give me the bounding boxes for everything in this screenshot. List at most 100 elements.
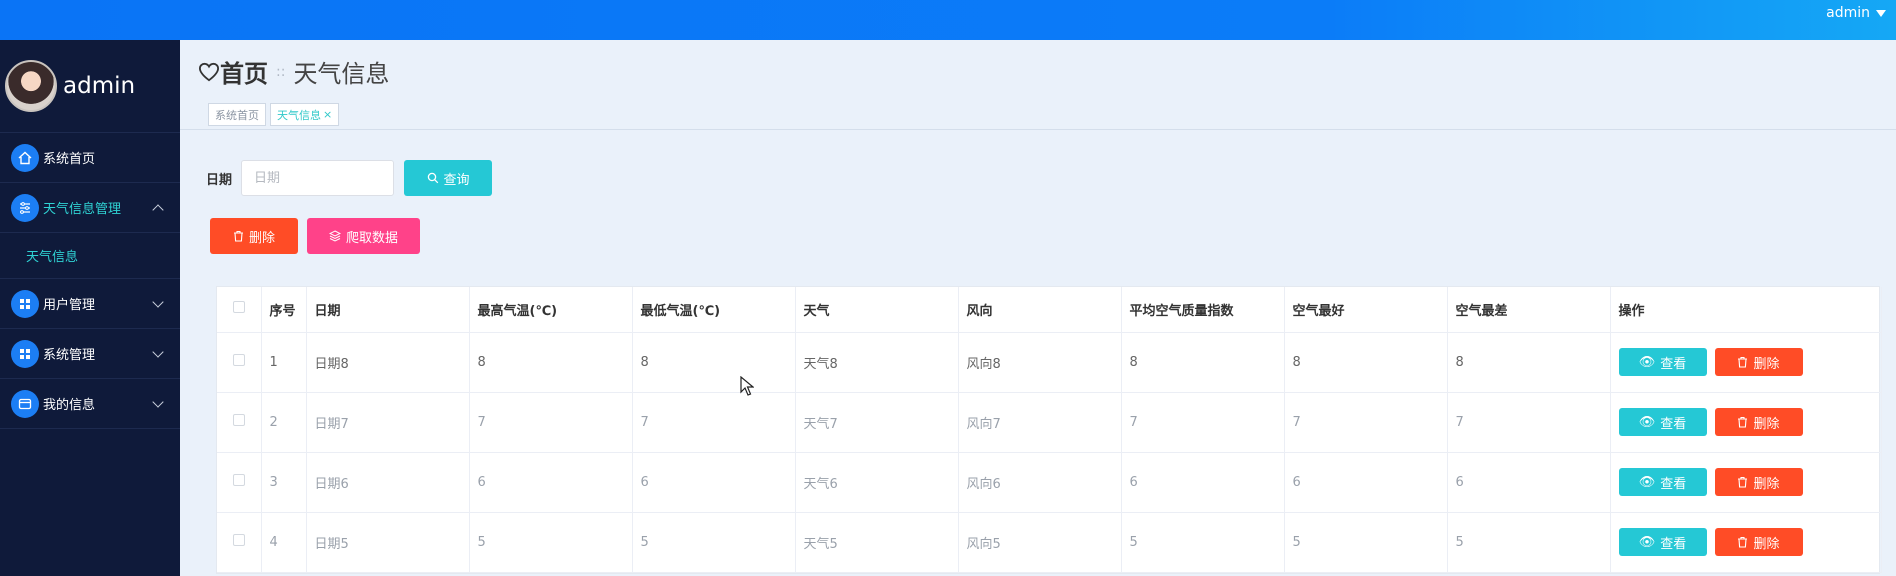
sidebar-item-my-info[interactable]: 我的信息 [0,379,180,429]
trash-icon [1738,476,1748,488]
table-row: 2 日期7 7 7 天气7 风向7 7 7 7 👁 查看 删除 [217,392,1882,453]
cell-worst-air: 7 [1447,392,1611,453]
row-delete-button[interactable]: 删除 [1714,408,1803,436]
cell-aqi: 7 [1121,392,1285,453]
sidebar-item-weather-management[interactable]: 天气信息管理 [0,183,180,233]
sidebar-item-user-management[interactable]: 用户管理 [0,279,180,329]
cell-min-temp: 6 [632,452,796,513]
sidebar-item-home[interactable]: 系统首页 [0,133,180,183]
trash-icon [1738,536,1748,548]
row-delete-label: 删除 [1753,476,1780,492]
top-bar: admin [0,0,1896,40]
search-icon [427,172,438,184]
weather-table: 序号 日期 最高气温(℃) 最低气温(℃) 天气 风向 平均空气质量指数 空气最… [216,286,1882,574]
sidebar-item-system-management[interactable]: 系统管理 [0,329,180,379]
sliders-icon [11,193,39,222]
row-checkbox[interactable] [232,354,245,366]
tag-label: 天气信息 [277,108,321,122]
cell-best-air: 8 [1284,332,1448,393]
row-delete-button[interactable]: 删除 [1714,468,1803,496]
breadcrumb-home-label: 首页 [220,60,268,88]
column-header: 日期 [306,287,470,333]
row-delete-label: 删除 [1753,536,1780,552]
cell-max-temp: 6 [469,452,633,513]
chevron-down-icon [152,346,164,358]
cell-worst-air: 6 [1447,452,1611,513]
avatar [5,60,57,112]
sidebar-item-label: 系统管理 [43,348,96,363]
breadcrumb-separator: :: [276,63,286,80]
row-checkbox[interactable] [232,474,245,486]
heart-icon [198,62,220,81]
sidebar-subitem-label: 天气信息 [26,250,79,265]
cell-wind: 风向5 [958,512,1122,573]
cell-wind: 风向6 [958,452,1122,513]
cell-index: 1 [261,332,307,393]
row-delete-button[interactable]: 删除 [1714,528,1803,556]
trash-icon [233,230,243,242]
select-all-checkbox[interactable] [232,301,245,314]
cell-weather: 天气7 [795,392,959,453]
cell-min-temp: 5 [632,512,796,573]
trash-icon [1738,356,1748,368]
date-input[interactable] [241,160,395,196]
cell-best-air: 7 [1284,392,1448,453]
cell-worst-air: 8 [1447,332,1611,393]
column-header: 平均空气质量指数 [1121,287,1285,333]
row-delete-label: 删除 [1753,416,1780,432]
row-checkbox[interactable] [232,534,245,546]
sidebar: admin 系统首页 天气信息管理 天气信息 用户管理 系统管理 我的信息 [0,40,180,576]
column-header: 操作 [1610,287,1882,333]
cell-index: 3 [261,452,307,513]
cell-wind: 风向7 [958,392,1122,453]
cell-max-temp: 8 [469,332,633,393]
search-form: 日期 查询 [206,160,493,196]
cell-index: 2 [261,392,307,453]
cell-best-air: 6 [1284,452,1448,513]
view-button[interactable]: 👁 查看 [1618,348,1707,376]
user-name: admin [1826,5,1870,21]
row-delete-button[interactable]: 删除 [1714,348,1803,376]
sidebar-item-label: 用户管理 [43,298,96,313]
eye-icon: 👁 [1638,474,1656,490]
tag-label: 系统首页 [215,108,259,122]
sidebar-item-label: 天气信息管理 [43,202,122,217]
grid-icon [11,339,39,368]
view-button[interactable]: 👁 查看 [1618,408,1707,436]
breadcrumb: 首页 :: 天气信息 [198,54,389,89]
cell-aqi: 6 [1121,452,1285,513]
column-header: 空气最好 [1284,287,1448,333]
cell-date: 日期6 [306,452,470,513]
crawl-data-button[interactable]: 爬取数据 [307,218,420,254]
breadcrumb-home[interactable]: 首页 [198,54,268,89]
view-button[interactable]: 👁 查看 [1618,528,1707,556]
date-label: 日期 [206,172,233,188]
view-button[interactable]: 👁 查看 [1618,468,1707,496]
row-checkbox[interactable] [232,414,245,426]
cell-operations: 👁 查看 删除 [1610,452,1882,513]
query-button[interactable]: 查询 [404,160,493,196]
column-header: 序号 [261,287,307,333]
main-content: 首页 :: 天气信息 系统首页 天气信息 × 日期 查询 删除 [180,40,1896,576]
chevron-down-icon [152,296,164,308]
view-label: 查看 [1660,536,1687,552]
mouse-cursor-icon [740,376,754,396]
cell-index: 4 [261,512,307,573]
tab-tags: 系统首页 天气信息 × [208,103,340,126]
tag-weather-info[interactable]: 天气信息 × [270,103,340,126]
cell-max-temp: 5 [469,512,633,573]
user-menu[interactable]: admin [1826,5,1886,21]
sidebar-subitem-weather-info[interactable]: 天气信息 [0,233,180,279]
layers-icon [328,230,341,242]
row-delete-label: 删除 [1753,356,1780,372]
tag-system-home[interactable]: 系统首页 [208,103,266,126]
table-header-row: 序号 日期 最高气温(℃) 最低气温(℃) 天气 风向 平均空气质量指数 空气最… [217,287,1882,333]
close-icon[interactable]: × [323,108,332,121]
cell-min-temp: 7 [632,392,796,453]
batch-delete-button[interactable]: 删除 [210,218,298,254]
home-icon [11,143,39,172]
cell-operations: 👁 查看 删除 [1610,332,1882,393]
cell-aqi: 5 [1121,512,1285,573]
sidebar-item-label: 系统首页 [43,152,96,167]
table-row: 3 日期6 6 6 天气6 风向6 6 6 6 👁 查看 删除 [217,452,1882,513]
